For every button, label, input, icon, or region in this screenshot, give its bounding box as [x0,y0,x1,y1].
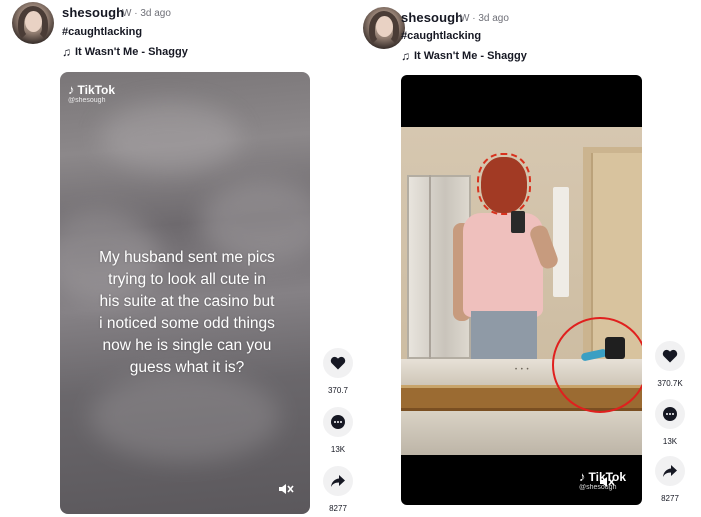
mute-icon[interactable] [599,475,615,492]
like-button[interactable] [655,341,685,371]
music-note-icon: ♫ [62,45,71,59]
video-player[interactable]: ♪ TikTok @shesough My husband sent me pi… [60,72,310,514]
share-count: 8277 [329,504,347,513]
video-caption: My husband sent me pics trying to look a… [99,249,275,376]
share-button[interactable] [655,456,685,486]
avatar[interactable] [363,7,405,49]
watermark-handle: @shesough [68,97,106,104]
username[interactable]: shesough [401,10,463,25]
red-circle-annotation [552,317,642,413]
mute-icon[interactable] [278,482,294,499]
left-post: shesough W · 3d ago #caughtlacking ♫ It … [0,0,355,517]
hashtag-link[interactable]: #caughtlacking [401,30,481,42]
mirror-selfie-photo: • • • [401,127,642,455]
post-meta: W · 3d ago [122,8,171,19]
share-button[interactable] [323,466,353,496]
heart-icon [330,356,346,370]
music-note-icon: ♫ [401,49,410,63]
like-button[interactable] [323,348,353,378]
music-title: It Wasn't Me - Shaggy [414,50,527,62]
music-link[interactable]: ♫ It Wasn't Me - Shaggy [401,49,527,63]
comment-icon [331,415,345,429]
right-post: shesough W · 3d ago #caughtlacking ♫ It … [358,0,701,517]
share-icon [663,465,677,477]
heart-icon [662,349,678,363]
hashtag-link[interactable]: #caughtlacking [62,26,142,38]
comment-button[interactable] [323,407,353,437]
music-title: It Wasn't Me - Shaggy [75,46,188,58]
like-count: 370.7K [657,379,683,388]
comment-icon [663,407,677,421]
comment-count: 13K [662,437,678,446]
video-player[interactable]: • • • ♪ TikTok @shesough [401,75,642,505]
tiktok-logo-icon: ♪ [68,82,75,97]
avatar[interactable] [12,2,54,44]
post-meta: W · 3d ago [460,13,509,24]
like-count: 370.7 [327,386,349,395]
tiktok-watermark: ♪ TikTok @shesough [68,82,115,104]
share-count: 8277 [661,494,679,503]
music-link[interactable]: ♫ It Wasn't Me - Shaggy [62,45,188,59]
watermark-brand: TikTok [77,82,116,97]
comment-button[interactable] [655,399,685,429]
username[interactable]: shesough [62,5,124,20]
tiktok-logo-icon: ♪ [579,469,586,484]
share-icon [331,475,345,487]
comment-count: 13K [330,445,346,454]
